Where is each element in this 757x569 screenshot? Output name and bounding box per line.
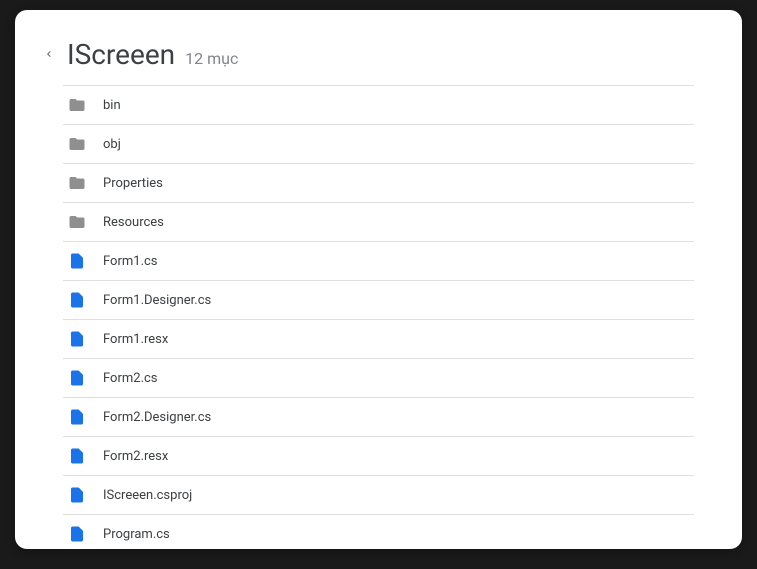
list-item[interactable]: IScreeen.csproj: [63, 476, 694, 515]
list-item[interactable]: Form1.resx: [63, 320, 694, 359]
file-name: Form2.resx: [103, 449, 168, 464]
file-name: Form2.cs: [103, 371, 158, 386]
file-name: Form1.resx: [103, 332, 168, 347]
list-item[interactable]: obj: [63, 125, 694, 164]
file-name: Properties: [103, 176, 163, 191]
list-item[interactable]: bin: [63, 86, 694, 125]
file-list: bin obj Properties Resources Form1.cs Form1.D…: [63, 85, 694, 549]
file-icon: [67, 329, 87, 349]
file-name: Resources: [103, 215, 164, 230]
file-icon: [67, 446, 87, 466]
folder-icon: [67, 173, 87, 193]
file-name: obj: [103, 137, 121, 152]
file-icon: [67, 485, 87, 505]
chevron-left-icon: [43, 48, 55, 60]
file-name: Form1.Designer.cs: [103, 293, 211, 308]
list-item[interactable]: Form1.Designer.cs: [63, 281, 694, 320]
back-button[interactable]: [39, 44, 59, 64]
file-name: Form2.Designer.cs: [103, 410, 211, 425]
file-icon: [67, 407, 87, 427]
list-item[interactable]: Properties: [63, 164, 694, 203]
list-item[interactable]: Form2.Designer.cs: [63, 398, 694, 437]
file-icon: [67, 251, 87, 271]
list-item[interactable]: Form1.cs: [63, 242, 694, 281]
header: IScreeen 12 mục: [63, 38, 694, 71]
file-icon: [67, 524, 87, 544]
file-name: Form1.cs: [103, 254, 158, 269]
folder-icon: [67, 134, 87, 154]
file-name: Program.cs: [103, 527, 170, 542]
file-browser-panel: IScreeen 12 mục bin obj Properties Resource…: [15, 10, 742, 549]
list-item[interactable]: Form2.cs: [63, 359, 694, 398]
file-name: bin: [103, 98, 121, 113]
file-icon: [67, 368, 87, 388]
folder-title: IScreeen: [67, 38, 175, 71]
folder-icon: [67, 95, 87, 115]
list-item[interactable]: Resources: [63, 203, 694, 242]
file-name: IScreeen.csproj: [103, 488, 192, 503]
list-item[interactable]: Form2.resx: [63, 437, 694, 476]
item-count: 12 mục: [185, 49, 238, 68]
list-item[interactable]: Program.cs: [63, 515, 694, 549]
file-icon: [67, 290, 87, 310]
folder-icon: [67, 212, 87, 232]
